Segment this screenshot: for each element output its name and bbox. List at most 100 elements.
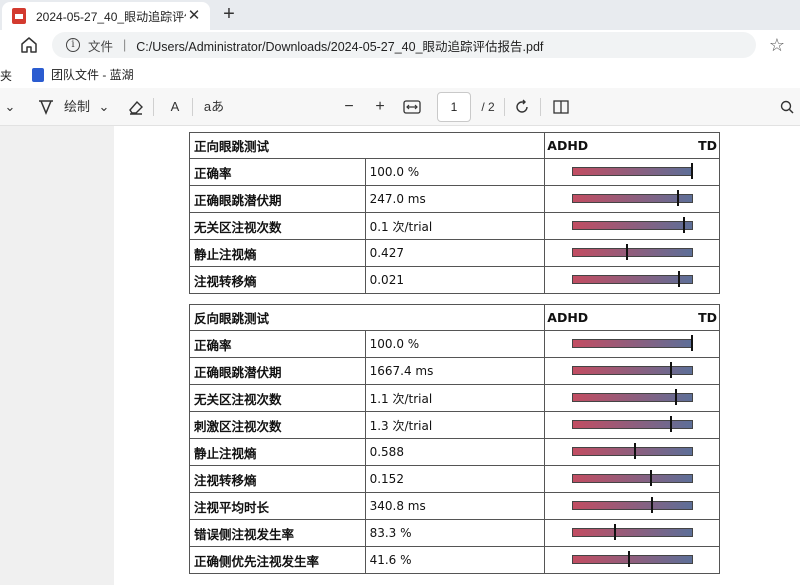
table-row: 刺激区注视次数 1.3 次/trial	[189, 411, 720, 439]
reverse-saccade-table: 反向眼跳测试 ADHD TD 正确率 100.0 % 正确眼跳潜伏期 1667.4 ms 无关…	[188, 304, 720, 574]
metric-scale	[544, 519, 720, 547]
scale-marker	[625, 244, 628, 260]
metric-label: 无关区注视次数	[189, 384, 366, 412]
table-title: 正向眼跳测试	[188, 132, 546, 159]
scale-gradient-bar	[572, 221, 694, 230]
metric-label: 正确率	[189, 158, 366, 186]
scale-marker	[634, 443, 637, 459]
address-bar[interactable]: i 文件 | C:/Users/Administrator/Downloads/…	[52, 32, 756, 58]
zoom-out-button[interactable]: −	[340, 96, 358, 118]
scale-header: ADHD TD	[544, 132, 720, 159]
metric-value: 0.152	[364, 465, 546, 493]
metric-value: 1.1 次/trial	[364, 384, 546, 412]
table-row: 注视平均时长 340.8 ms	[189, 492, 720, 520]
tab-strip: 2024-05-27_40_眼动追踪评估报告 ✕ +	[0, 0, 800, 30]
bookmark-item-lanhu[interactable]: 团队文件 - 蓝湖	[32, 66, 134, 83]
home-icon[interactable]	[18, 34, 40, 56]
metric-label: 静止注视熵	[189, 239, 366, 267]
scale-gradient-bar	[572, 194, 694, 203]
scale-marker	[649, 470, 652, 486]
metric-label: 注视平均时长	[189, 492, 366, 520]
text-size-icon[interactable]: A	[166, 96, 184, 118]
scale-marker	[676, 190, 679, 206]
table-header-row: 正向眼跳测试 ADHD TD	[188, 132, 720, 159]
scale-header: ADHD TD	[544, 304, 720, 331]
table-row: 静止注视熵 0.588	[189, 438, 720, 466]
read-aloud-icon[interactable]: aあ	[202, 96, 226, 118]
scale-gradient-bar	[572, 275, 694, 284]
metric-value: 340.8 ms	[364, 492, 546, 520]
table-row: 正确率 100.0 %	[189, 158, 720, 186]
table-row: 正确率 100.0 %	[189, 330, 720, 358]
scale-marker	[669, 362, 672, 378]
draw-icon[interactable]	[36, 96, 56, 118]
scale-gradient-bar	[572, 420, 694, 429]
table-row: 注视转移熵 0.152	[189, 465, 720, 493]
tab-title: 2024-05-27_40_眼动追踪评估报告	[36, 9, 186, 24]
address-url[interactable]: C:/Users/Administrator/Downloads/2024-05…	[136, 36, 543, 55]
scale-gradient-bar	[572, 366, 694, 375]
metric-label: 静止注视熵	[189, 438, 366, 466]
new-tab-button[interactable]: +	[218, 3, 240, 25]
toolbar-divider	[192, 98, 193, 116]
scale-marker	[674, 389, 677, 405]
draw-chevron-down-icon[interactable]: ⌄	[98, 96, 110, 118]
metric-label: 正确眼跳潜伏期	[189, 185, 366, 213]
metric-scale	[544, 384, 720, 412]
metric-scale	[544, 185, 720, 213]
address-scheme-label: 文件	[88, 39, 114, 54]
metric-label: 正确率	[189, 330, 366, 358]
scale-gradient-bar	[572, 555, 694, 564]
tab-close-icon[interactable]: ✕	[184, 6, 204, 26]
table-row: 无关区注视次数 1.1 次/trial	[189, 384, 720, 412]
table-row: 错误侧注视发生率 83.3 %	[189, 519, 720, 547]
forward-saccade-table: 正向眼跳测试 ADHD TD 正确率 100.0 % 正确眼跳潜伏期 247.0 ms 无关区…	[188, 132, 720, 294]
favorite-star-icon[interactable]: ☆	[767, 35, 787, 55]
scale-right-label: TD	[698, 138, 717, 153]
page-view-icon[interactable]	[551, 96, 571, 118]
zoom-in-button[interactable]: +	[371, 96, 389, 118]
metric-scale	[544, 438, 720, 466]
metric-label: 无关区注视次数	[189, 212, 366, 240]
scale-gradient-bar	[572, 501, 694, 510]
fit-width-icon[interactable]	[401, 96, 423, 118]
page-total: / 2	[481, 100, 495, 114]
metric-scale	[544, 330, 720, 358]
metric-scale	[544, 465, 720, 493]
metric-value: 83.3 %	[364, 519, 546, 547]
metric-value: 0.588	[364, 438, 546, 466]
scale-left-label: ADHD	[547, 138, 589, 153]
metric-value: 41.6 %	[364, 546, 546, 574]
draw-label[interactable]: 绘制	[62, 96, 92, 118]
page-number-input[interactable]: 1	[437, 92, 471, 122]
metric-scale	[544, 239, 720, 267]
table-row: 无关区注视次数 0.1 次/trial	[189, 212, 720, 240]
scale-marker	[669, 416, 672, 432]
info-icon[interactable]: i	[66, 38, 80, 52]
toolbar-divider	[504, 98, 505, 116]
scale-marker	[650, 497, 653, 513]
scale-right-label: TD	[698, 310, 717, 325]
metric-scale	[544, 158, 720, 186]
scale-marker	[678, 271, 681, 287]
metric-value: 1.3 次/trial	[364, 411, 546, 439]
chevron-down-icon[interactable]: ⌄	[4, 96, 16, 118]
metric-scale	[544, 411, 720, 439]
eraser-icon[interactable]	[126, 96, 146, 118]
bookmark-label: 团队文件 - 蓝湖	[51, 68, 134, 82]
bookmark-folder[interactable]: 夹	[0, 67, 12, 84]
metric-scale	[544, 266, 720, 294]
scale-left-label: ADHD	[547, 310, 589, 325]
table-row: 正确侧优先注视发生率 41.6 %	[189, 546, 720, 574]
scale-gradient-bar	[572, 167, 694, 176]
metric-value: 100.0 %	[364, 158, 546, 186]
bookmark-icon	[32, 67, 44, 82]
browser-tab[interactable]: 2024-05-27_40_眼动追踪评估报告 ✕	[2, 2, 210, 30]
metric-value: 0.427	[364, 239, 546, 267]
metric-label: 注视转移熵	[189, 465, 366, 493]
rotate-icon[interactable]	[512, 96, 532, 118]
scale-marker	[682, 217, 685, 233]
table-row: 正确眼跳潜伏期 1667.4 ms	[189, 357, 720, 385]
search-icon[interactable]	[778, 96, 796, 118]
metric-label: 注视转移熵	[189, 266, 366, 294]
